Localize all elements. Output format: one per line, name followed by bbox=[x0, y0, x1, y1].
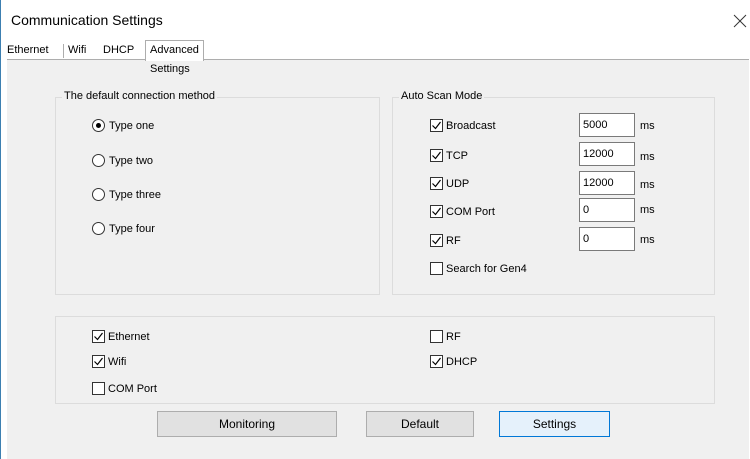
checkbox-box bbox=[430, 205, 443, 218]
radio-type-two[interactable]: Type two bbox=[92, 154, 153, 167]
close-button[interactable] bbox=[729, 10, 750, 32]
checkmark-icon bbox=[432, 179, 441, 188]
checkbox-rf[interactable]: RF bbox=[430, 330, 461, 343]
communication-settings-window: Communication Settings Ethernet Wifi DHC… bbox=[0, 0, 750, 459]
checkbox-com-port[interactable]: COM Port bbox=[92, 382, 157, 395]
checkbox-wifi[interactable]: Wifi bbox=[92, 355, 126, 368]
checkbox-label: Search for Gen4 bbox=[446, 262, 527, 275]
checkbox-box bbox=[430, 330, 443, 343]
checkbox-label: Wifi bbox=[108, 355, 127, 368]
checkbox-label: TCP bbox=[446, 149, 468, 162]
settings-button[interactable]: Settings bbox=[499, 411, 610, 437]
title-bar: Communication Settings bbox=[1, 0, 750, 34]
checkbox-box bbox=[92, 330, 105, 343]
checkbox-box bbox=[430, 355, 443, 368]
checkmark-icon bbox=[432, 121, 441, 130]
checkbox-label: COM Port bbox=[108, 382, 157, 395]
udp-unit: ms bbox=[640, 179, 655, 191]
close-icon bbox=[733, 14, 747, 28]
checkbox-box bbox=[430, 234, 443, 247]
default-button[interactable]: Default bbox=[366, 411, 474, 437]
checkbox-box bbox=[92, 382, 105, 395]
checkbox-box bbox=[92, 355, 105, 368]
checkbox-label: COM Port bbox=[446, 205, 495, 218]
tab-advanced-settings[interactable]: Advanced Settings bbox=[145, 40, 204, 75]
tab-ethernet[interactable]: Ethernet bbox=[7, 42, 49, 60]
checkbox-tcp[interactable]: TCP bbox=[430, 149, 468, 162]
checkbox-label: RF bbox=[446, 234, 461, 247]
radio-label: Type one bbox=[109, 119, 155, 132]
window-title: Communication Settings bbox=[11, 12, 163, 28]
radio-type-one[interactable]: Type one bbox=[92, 119, 154, 132]
checkbox-box bbox=[430, 149, 443, 162]
com-port-unit: ms bbox=[640, 204, 655, 216]
checkmark-icon bbox=[432, 236, 441, 245]
tab-wifi[interactable]: Wifi bbox=[68, 42, 87, 60]
checkbox-com-port-scan[interactable]: COM Port bbox=[430, 205, 495, 218]
radio-circle bbox=[92, 222, 105, 235]
checkmark-icon bbox=[432, 207, 441, 216]
checkbox-box bbox=[430, 177, 443, 190]
checkbox-ethernet[interactable]: Ethernet bbox=[92, 330, 150, 343]
radio-type-three[interactable]: Type three bbox=[92, 188, 161, 201]
tcp-unit: ms bbox=[640, 151, 655, 163]
broadcast-interval-input[interactable] bbox=[579, 113, 635, 137]
connection-method-group: The default connection method Type one T… bbox=[55, 90, 380, 295]
checkmark-icon bbox=[94, 357, 103, 366]
checkmark-icon bbox=[432, 357, 441, 366]
checkbox-rf-scan[interactable]: RF bbox=[430, 234, 461, 247]
radio-circle bbox=[92, 119, 105, 132]
tab-separator bbox=[63, 44, 64, 58]
checkbox-box bbox=[430, 262, 443, 275]
checkbox-dhcp[interactable]: DHCP bbox=[430, 355, 477, 368]
rf-interval-input[interactable] bbox=[579, 227, 635, 251]
radio-circle bbox=[92, 188, 105, 201]
broadcast-unit: ms bbox=[640, 120, 655, 132]
checkbox-broadcast[interactable]: Broadcast bbox=[430, 119, 496, 132]
com-port-interval-input[interactable] bbox=[579, 198, 635, 222]
checkmark-icon bbox=[94, 332, 103, 341]
connection-method-title: The default connection method bbox=[62, 90, 218, 102]
checkbox-udp[interactable]: UDP bbox=[430, 177, 469, 190]
radio-type-four[interactable]: Type four bbox=[92, 222, 155, 235]
checkbox-label: UDP bbox=[446, 177, 470, 190]
checkbox-search-gen4[interactable]: Search for Gen4 bbox=[430, 262, 527, 275]
checkbox-label: RF bbox=[446, 330, 461, 343]
monitoring-button[interactable]: Monitoring bbox=[157, 411, 337, 437]
checkbox-label: Broadcast bbox=[446, 119, 496, 132]
radio-selected-dot bbox=[96, 123, 101, 128]
checkbox-label: Ethernet bbox=[108, 330, 150, 343]
radio-circle bbox=[92, 154, 105, 167]
tcp-interval-input[interactable] bbox=[579, 142, 635, 166]
checkbox-box bbox=[430, 119, 443, 132]
interfaces-group: Ethernet Wifi COM Port RF DHCP bbox=[55, 316, 715, 404]
rf-unit: ms bbox=[640, 234, 655, 246]
auto-scan-mode-title: Auto Scan Mode bbox=[399, 90, 485, 102]
checkbox-label: DHCP bbox=[446, 355, 478, 368]
radio-label: Type two bbox=[109, 154, 154, 167]
auto-scan-mode-group: Auto Scan Mode Broadcast ms TCP ms UDP m… bbox=[392, 90, 715, 295]
checkmark-icon bbox=[432, 151, 441, 160]
radio-label: Type three bbox=[109, 188, 161, 201]
advanced-settings-panel: The default connection method Type one T… bbox=[7, 59, 749, 459]
udp-interval-input[interactable] bbox=[579, 171, 635, 195]
tab-dhcp[interactable]: DHCP bbox=[103, 42, 135, 60]
radio-label: Type four bbox=[109, 222, 155, 235]
